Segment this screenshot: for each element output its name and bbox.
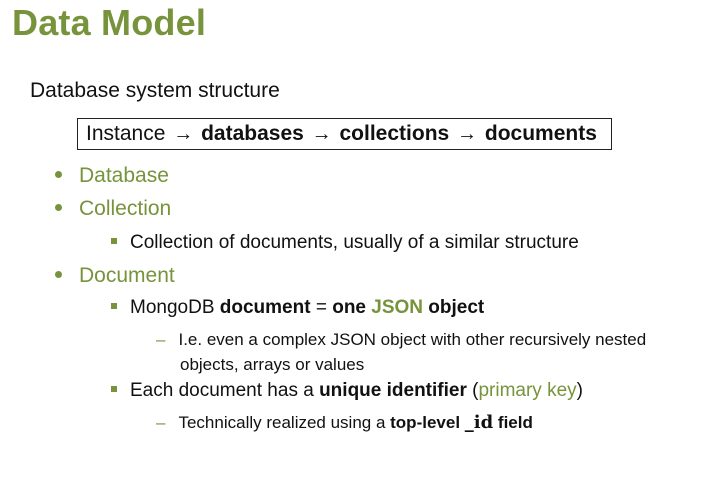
collections-label: collections [339, 122, 450, 145]
bullet-square-icon [111, 302, 117, 309]
bullet-label: Collection [79, 197, 172, 220]
sub-text-line1: I.e. even a complex JSON object with oth… [178, 330, 647, 349]
bullet-document: Document [55, 264, 175, 288]
text-segment: ) [576, 380, 583, 401]
bullet-text: Collection of documents, usually of a si… [130, 232, 579, 253]
text-segment: field [493, 413, 533, 432]
bullet-collection: Collection [55, 197, 171, 221]
id-field-code: _id [464, 412, 494, 433]
bullet-square-icon [111, 385, 117, 392]
document-sub-point-id: – Technically realized using a top-level … [156, 410, 533, 435]
document-point-json: MongoDB document = one JSON object [111, 297, 484, 319]
text-segment: ( [466, 380, 479, 401]
arrow-icon: → [311, 123, 332, 145]
document-point-identifier: Each document has a unique identifier (p… [111, 380, 583, 402]
subtitle: Database system structure [30, 79, 280, 102]
text-segment: Each document has a [130, 380, 320, 401]
dash-icon: – [156, 413, 166, 432]
arrow-icon: → [457, 123, 478, 145]
dash-icon: – [156, 330, 166, 349]
bullet-square-icon [111, 237, 117, 244]
sub-text-line2: objects, arrays or values [180, 355, 365, 374]
arrow-icon: → [173, 123, 194, 145]
collection-description: Collection of documents, usually of a si… [111, 232, 579, 254]
hierarchy-box: Instance → databases → collections → doc… [77, 118, 612, 150]
document-sub-point-nested: – I.e. even a complex JSON object with ot… [156, 327, 646, 377]
bullet-label: Document [79, 264, 175, 287]
text-segment: MongoDB [130, 297, 220, 318]
bullet-dot-icon [55, 270, 62, 278]
text-segment: primary key [478, 380, 577, 401]
text-segment: = [310, 297, 333, 318]
bullet-database: Database [55, 164, 169, 188]
text-segment: document [219, 297, 311, 318]
text-segment: JSON [371, 297, 424, 318]
databases-label: databases [201, 122, 304, 145]
slide-title: Data Model [12, 2, 207, 43]
instance-label: Instance [86, 122, 166, 145]
text-segment: Technically realized using a [178, 413, 391, 432]
text-segment: unique identifier [319, 380, 467, 401]
documents-label: documents [484, 122, 597, 145]
bullet-dot-icon [55, 170, 62, 178]
bullet-dot-icon [55, 203, 62, 211]
text-segment: object [423, 297, 485, 318]
bullet-label: Database [79, 164, 169, 187]
text-segment: one [332, 297, 372, 318]
text-segment: top-level [390, 413, 465, 432]
